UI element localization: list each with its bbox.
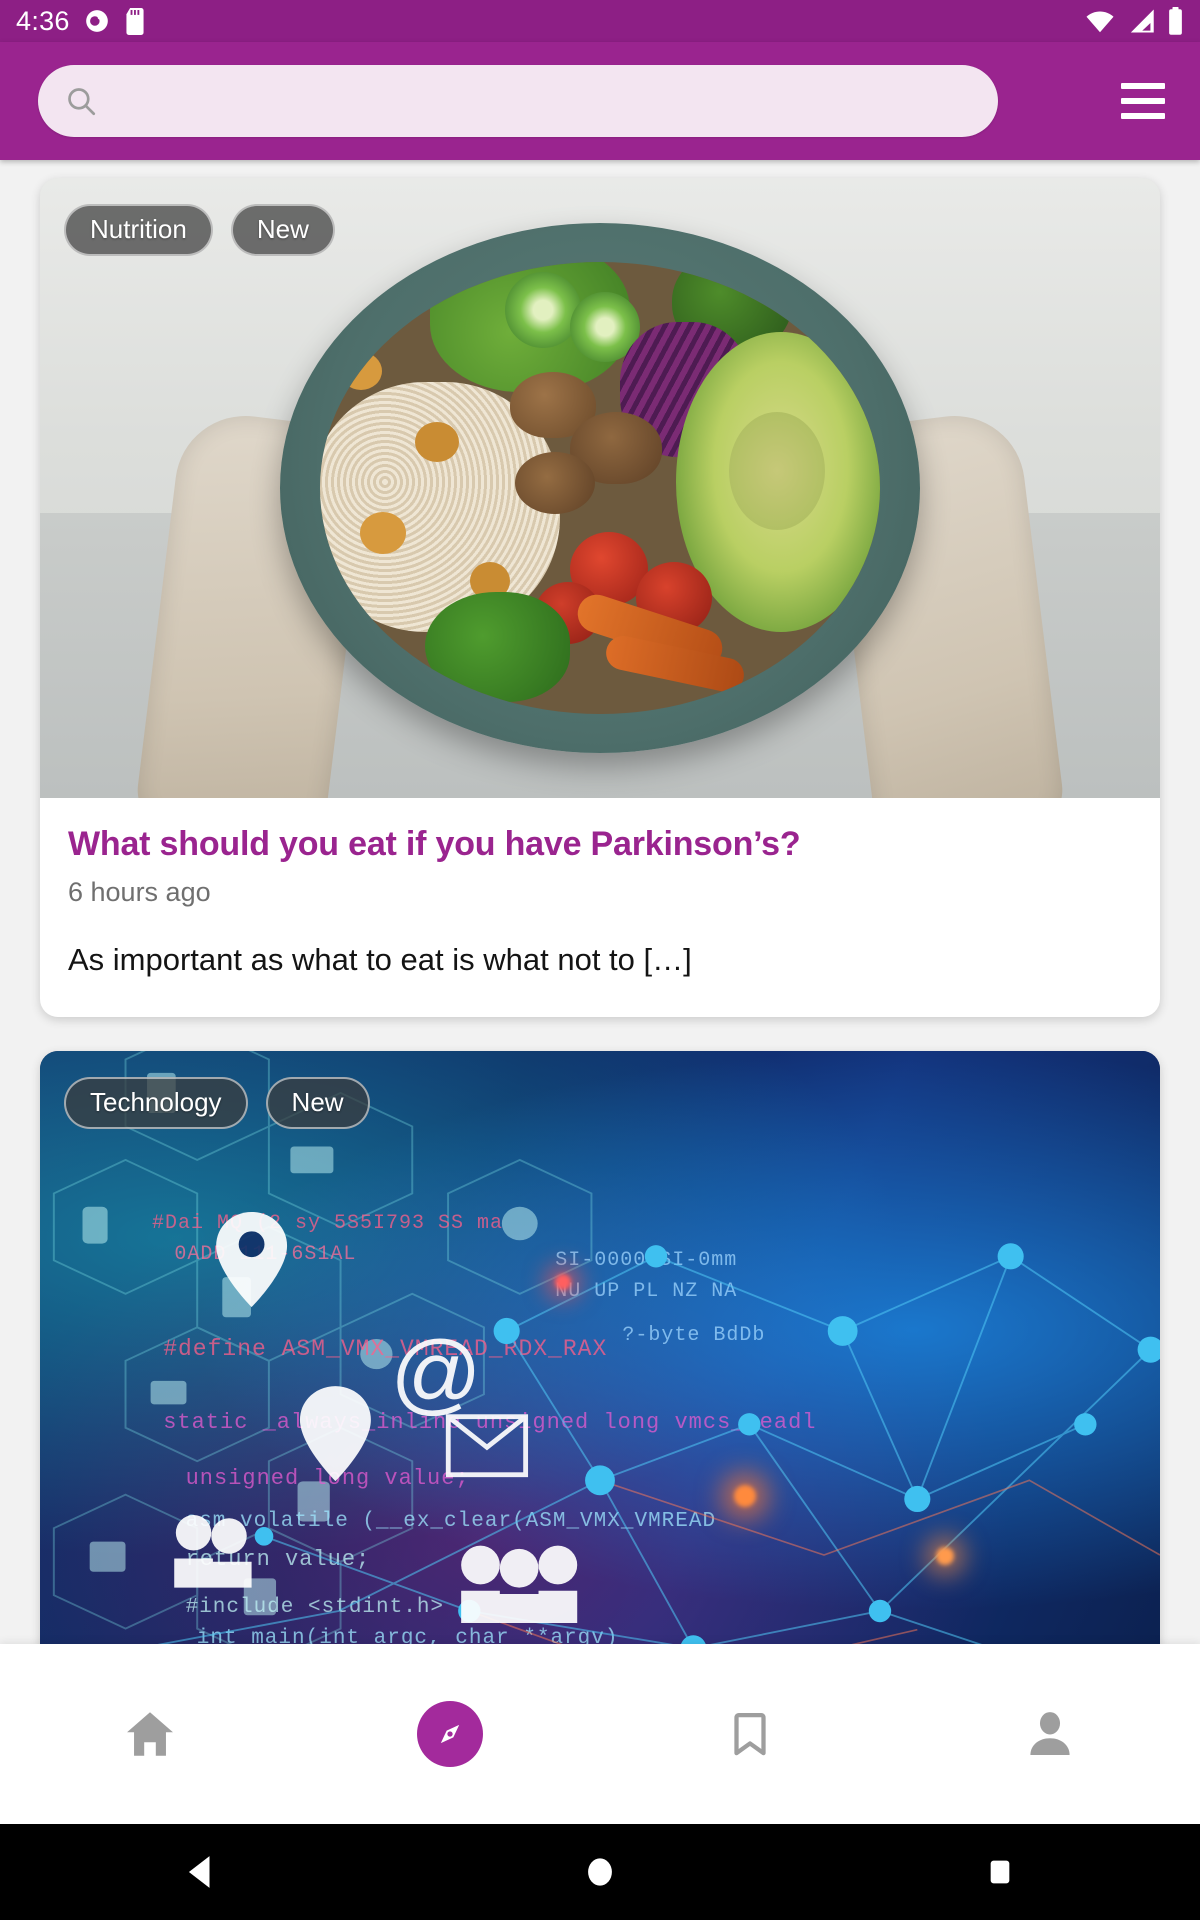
nav-item-profile[interactable] bbox=[900, 1644, 1200, 1824]
sd-card-icon bbox=[126, 7, 144, 35]
article-card[interactable]: #Dai MQ (2 sy 5S5I793 SS ma 0ADD 111-6S1… bbox=[40, 1050, 1160, 1644]
square-recents-icon bbox=[990, 1860, 1010, 1884]
hamburger-menu-icon[interactable] bbox=[1108, 66, 1178, 136]
category-chip[interactable]: Technology bbox=[64, 1076, 248, 1129]
tech-glyph-overlay: @ bbox=[174, 1212, 578, 1624]
search-icon bbox=[68, 88, 96, 116]
system-back-button[interactable] bbox=[0, 1853, 400, 1891]
chip-group: Technology New bbox=[64, 1076, 370, 1129]
status-bar-right bbox=[1085, 7, 1184, 35]
technology-network-photo: #Dai MQ (2 sy 5S5I793 SS ma 0ADD 111-6S1… bbox=[40, 1050, 1160, 1644]
status-chip[interactable]: New bbox=[265, 1076, 370, 1129]
article-excerpt: As important as what to eat is what not … bbox=[68, 942, 692, 978]
home-icon bbox=[127, 1712, 173, 1756]
article-title[interactable]: What should you eat if you have Parkinso… bbox=[68, 824, 1132, 865]
article-text: What should you eat if you have Parkinso… bbox=[40, 798, 1160, 1017]
system-home-button[interactable] bbox=[400, 1853, 800, 1891]
compass-icon bbox=[440, 1724, 460, 1744]
status-time: 4:36 bbox=[16, 5, 70, 36]
chip-group: Nutrition New bbox=[64, 204, 335, 256]
article-feed[interactable]: Nutrition New What should you eat if you… bbox=[0, 160, 1200, 1644]
bookmark-icon bbox=[734, 1712, 766, 1756]
article-image[interactable]: #Dai MQ (2 sy 5S5I793 SS ma 0ADD 111-6S1… bbox=[40, 1050, 1160, 1644]
triangle-back-icon bbox=[188, 1856, 210, 1888]
circle-home-icon bbox=[588, 1858, 612, 1886]
cellular-signal-icon bbox=[1130, 9, 1154, 33]
wifi-icon bbox=[1086, 11, 1114, 33]
status-bar: 4:36 bbox=[0, 0, 1200, 42]
search-bar[interactable] bbox=[38, 65, 998, 137]
app-bar bbox=[0, 42, 1200, 160]
article-image[interactable]: Nutrition New bbox=[40, 178, 1160, 798]
article-timestamp: 6 hours ago bbox=[68, 877, 211, 908]
alarm-icon bbox=[85, 10, 108, 32]
system-recents-button[interactable] bbox=[800, 1854, 1200, 1890]
status-bar-left: 4:36 bbox=[16, 6, 146, 37]
status-chip[interactable]: New bbox=[230, 204, 335, 256]
search-input[interactable] bbox=[114, 86, 972, 116]
nav-item-home[interactable] bbox=[0, 1644, 300, 1824]
article-card[interactable]: Nutrition New What should you eat if you… bbox=[40, 178, 1160, 1017]
android-system-nav bbox=[0, 1824, 1200, 1920]
buddha-bowl-photo bbox=[40, 178, 1160, 798]
person-icon bbox=[1030, 1712, 1070, 1755]
battery-icon bbox=[1169, 7, 1182, 35]
bottom-navigation bbox=[0, 1644, 1200, 1824]
phone-screen: 4:36 Nutrition New What should you eat i… bbox=[0, 0, 1200, 1920]
category-chip[interactable]: Nutrition bbox=[64, 204, 213, 256]
nav-item-explore[interactable] bbox=[300, 1644, 600, 1824]
compass-button[interactable] bbox=[417, 1701, 483, 1767]
svg-text:@: @ bbox=[390, 1323, 482, 1424]
nav-item-bookmarks[interactable] bbox=[600, 1644, 900, 1824]
